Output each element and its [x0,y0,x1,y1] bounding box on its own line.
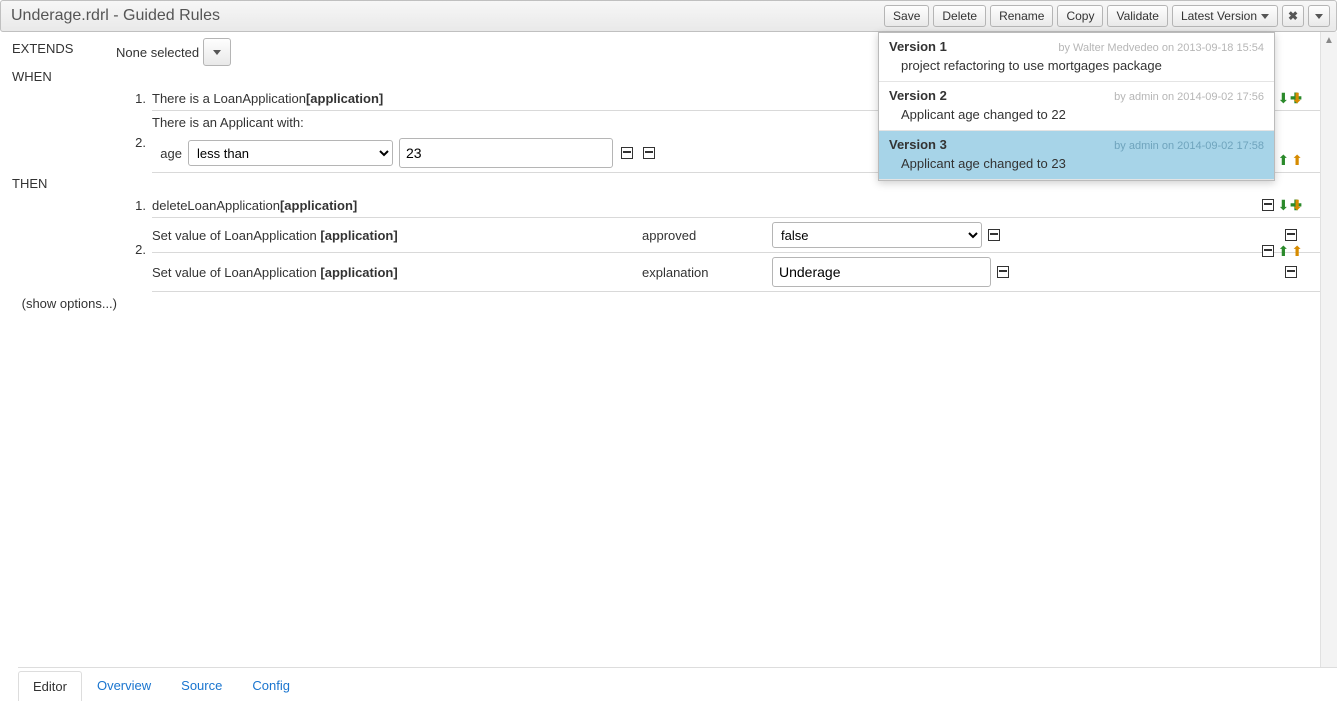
move-down-icon[interactable]: ⬇ [1278,198,1290,212]
validate-button[interactable]: Validate [1107,5,1167,27]
constraint-value-input[interactable] [399,138,613,168]
version-desc: Applicant age changed to 23 [889,152,1264,171]
move-down-alt-icon[interactable]: ⬇ [1291,198,1303,212]
move-down-alt-icon[interactable]: ⬇ [1291,91,1303,105]
action-field[interactable]: approved [642,228,772,243]
editor-toolbar: Underage.rdrl - Guided Rules Save Delete… [0,0,1337,32]
version-title: Version 3 [889,137,947,152]
more-button[interactable] [1308,5,1330,27]
row-number: 2. [116,111,152,150]
rename-button[interactable]: Rename [990,5,1053,27]
action-binding: [application] [320,228,397,243]
scroll-up-icon[interactable]: ▲ [1321,32,1337,48]
extends-value: None selected [116,45,199,60]
version-item[interactable]: Version 1 by Walter Medvedeo on 2013-09-… [879,33,1274,82]
pattern-binding: [application] [306,91,383,106]
connector-icon[interactable] [621,147,633,159]
connector-icon[interactable] [997,266,1009,278]
show-options-link[interactable]: (show options...) [12,292,117,315]
tab-overview[interactable]: Overview [82,670,166,700]
close-icon: ✖ [1288,9,1298,23]
action-field[interactable]: explanation [642,265,772,280]
connector-icon[interactable] [1262,199,1274,211]
action-binding: [application] [280,198,357,213]
then-label: THEN [12,173,116,194]
move-up-alt-icon[interactable]: ⬆ [1291,153,1303,167]
action-text: Set value of LoanApplication [152,265,320,280]
version-history-popup: Version 1 by Walter Medvedeo on 2013-09-… [878,32,1275,181]
move-down-icon[interactable]: ⬇ [1278,91,1290,105]
version-item[interactable]: Version 2 by admin on 2014-09-02 17:56 A… [879,82,1274,131]
row-number: 1. [116,87,152,106]
latest-version-button[interactable]: Latest Version [1172,5,1278,27]
connector-icon[interactable] [1262,245,1274,257]
action-value-select[interactable]: false [772,222,982,248]
move-up-icon[interactable]: ⬆ [1278,244,1290,258]
version-title: Version 1 [889,39,947,54]
row-number: 2. [116,218,152,257]
extends-label: EXTENDS [12,38,116,59]
then-action[interactable]: Set value of LoanApplication [applicatio… [152,228,642,243]
tab-source[interactable]: Source [166,670,237,700]
move-up-alt-icon[interactable]: ⬆ [1291,244,1303,258]
connector-icon[interactable] [643,147,655,159]
move-up-icon[interactable]: ⬆ [1278,153,1290,167]
version-item-selected[interactable]: Version 3 by admin on 2014-09-02 17:58 A… [879,131,1274,180]
action-verb: delete [152,198,187,213]
delete-button[interactable]: Delete [933,5,986,27]
action-binding: [application] [320,265,397,280]
tab-config[interactable]: Config [237,670,305,700]
save-button[interactable]: Save [884,5,929,27]
then-action[interactable]: Set value of LoanApplication [applicatio… [152,265,642,280]
version-meta: by admin on 2014-09-02 17:58 [1114,140,1264,152]
version-meta: by admin on 2014-09-02 17:56 [1114,91,1264,103]
copy-button[interactable]: Copy [1057,5,1103,27]
action-type: LoanApplication [187,198,280,213]
constraint-operator-select[interactable]: less than [188,140,393,166]
caret-down-icon [213,50,221,55]
connector-icon[interactable] [988,229,1000,241]
editor-tabs: Editor Overview Source Config [18,667,1337,700]
version-meta: by Walter Medvedeo on 2013-09-18 15:54 [1058,42,1264,54]
tab-editor[interactable]: Editor [18,671,82,701]
close-button[interactable]: ✖ [1282,5,1304,27]
connector-icon[interactable] [1285,266,1297,278]
constraint-field[interactable]: age [152,146,182,161]
latest-version-label: Latest Version [1181,9,1257,23]
pattern-intro-text: There is an Applicant with: [152,115,304,130]
extends-dropdown-button[interactable] [203,38,231,66]
action-text: Set value of LoanApplication [152,228,320,243]
pattern-text: There is a LoanApplication [152,91,306,106]
connector-icon[interactable] [1285,229,1297,241]
version-desc: Applicant age changed to 22 [889,103,1264,122]
vertical-scrollbar[interactable]: ▲ [1320,32,1337,668]
caret-down-icon [1315,14,1323,19]
when-label: WHEN [12,66,116,87]
editor-title: Underage.rdrl - Guided Rules [5,7,882,25]
caret-down-icon [1261,14,1269,19]
then-action[interactable]: delete LoanApplication [application] [152,194,1327,218]
action-value-input[interactable] [772,257,991,287]
version-desc: project refactoring to use mortgages pac… [889,54,1264,73]
version-title: Version 2 [889,88,947,103]
row-number: 1. [116,194,152,213]
